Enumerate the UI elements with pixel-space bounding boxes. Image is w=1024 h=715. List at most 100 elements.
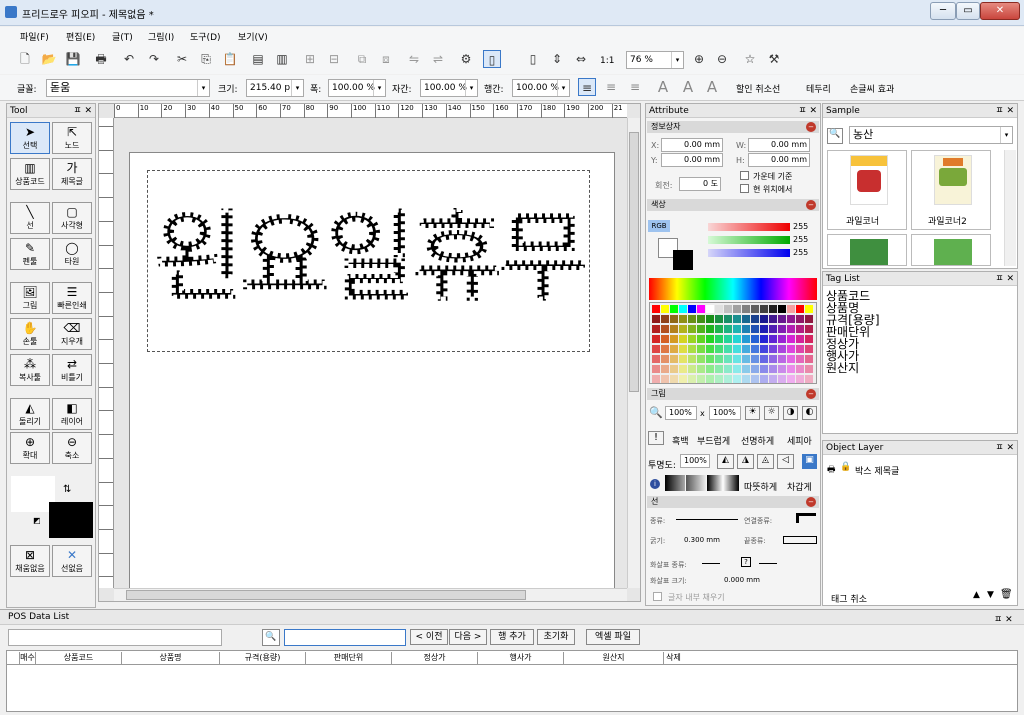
palette-swatch[interactable] bbox=[742, 355, 750, 363]
palette-swatch[interactable] bbox=[778, 375, 786, 383]
w-input[interactable]: 0.00 mm bbox=[748, 138, 810, 152]
palette-swatch[interactable] bbox=[670, 365, 678, 373]
size-combo[interactable]: 215.40 p ▾ bbox=[246, 79, 304, 97]
palette-swatch[interactable] bbox=[778, 305, 786, 313]
handwriting-button[interactable]: 손글씨 효과 bbox=[850, 82, 894, 95]
tool-eraser[interactable]: ⌫ 지우개 bbox=[52, 318, 92, 350]
palette-swatch[interactable] bbox=[688, 305, 696, 313]
swap-colors-icon[interactable]: ⇅ bbox=[63, 484, 71, 495]
opacity-input[interactable]: 100% bbox=[680, 454, 710, 468]
palette-swatch[interactable] bbox=[769, 325, 777, 333]
align-icon[interactable]: ⧉ bbox=[353, 50, 371, 68]
tool-layer[interactable]: ◧ 레이어 bbox=[52, 398, 92, 430]
pin-close-icon[interactable]: ㅍ ✕ bbox=[798, 104, 817, 118]
palette-swatch[interactable] bbox=[733, 345, 741, 353]
tool-text[interactable]: 가 제목글 bbox=[52, 158, 92, 190]
zoom-out-icon[interactable]: ⊖ bbox=[713, 50, 731, 68]
palette-swatch[interactable] bbox=[661, 375, 669, 383]
palette-swatch[interactable] bbox=[697, 345, 705, 353]
image-height-input[interactable]: 100% bbox=[709, 406, 741, 420]
palette-swatch[interactable] bbox=[706, 365, 714, 373]
color-palette[interactable] bbox=[649, 302, 817, 384]
palette-swatch[interactable] bbox=[769, 355, 777, 363]
palette-swatch[interactable] bbox=[697, 365, 705, 373]
green-slider[interactable] bbox=[708, 236, 790, 244]
move-up-icon[interactable]: ▲ bbox=[973, 590, 980, 600]
info-section-header[interactable]: 정보상자 − bbox=[647, 121, 819, 133]
palette-swatch[interactable] bbox=[688, 365, 696, 373]
palette-swatch[interactable] bbox=[652, 355, 660, 363]
palette-swatch[interactable] bbox=[715, 355, 723, 363]
palette-swatch[interactable] bbox=[661, 315, 669, 323]
palette-swatch[interactable] bbox=[688, 355, 696, 363]
tool-rotate[interactable]: ◭ 돌리기 bbox=[10, 398, 50, 430]
palette-swatch[interactable] bbox=[715, 325, 723, 333]
palette-swatch[interactable] bbox=[805, 315, 813, 323]
zoom-combo[interactable]: 76 % ▾ bbox=[626, 51, 684, 69]
pin-close-icon[interactable]: ㅍ ✕ bbox=[995, 104, 1014, 118]
tool-copy[interactable]: ⁂ 복사툴 bbox=[10, 354, 50, 386]
palette-swatch[interactable] bbox=[688, 315, 696, 323]
palette-swatch[interactable] bbox=[796, 315, 804, 323]
effect-soft[interactable]: 부드럽게 bbox=[697, 434, 730, 447]
palette-swatch[interactable] bbox=[760, 345, 768, 353]
group-icon[interactable]: ⊞ bbox=[301, 50, 319, 68]
rgb-tab[interactable]: RGB bbox=[648, 220, 670, 232]
image-width-input[interactable]: 100% bbox=[665, 406, 697, 420]
maximize-button[interactable]: ▭ bbox=[956, 2, 980, 20]
palette-swatch[interactable] bbox=[751, 365, 759, 373]
palette-swatch[interactable] bbox=[715, 335, 723, 343]
h-input[interactable]: 0.00 mm bbox=[748, 153, 810, 167]
palette-swatch[interactable] bbox=[706, 305, 714, 313]
image-section-header[interactable]: 그림 − bbox=[647, 388, 819, 400]
line-spacing-combo[interactable]: 100.00 % ▾ bbox=[512, 79, 570, 97]
palette-swatch[interactable] bbox=[733, 315, 741, 323]
keep-checkbox[interactable] bbox=[740, 184, 749, 193]
selection-icon[interactable]: ▣ bbox=[802, 454, 817, 469]
palette-swatch[interactable] bbox=[751, 305, 759, 313]
palette-swatch[interactable] bbox=[661, 305, 669, 313]
palette-swatch[interactable] bbox=[724, 335, 732, 343]
palette-swatch[interactable] bbox=[679, 315, 687, 323]
palette-swatch[interactable] bbox=[760, 365, 768, 373]
border-button[interactable]: 테두리 bbox=[806, 82, 831, 95]
palette-swatch[interactable] bbox=[751, 345, 759, 353]
palette-swatch[interactable] bbox=[697, 355, 705, 363]
pos-column-header[interactable]: 규격(용량) bbox=[219, 652, 305, 665]
palette-swatch[interactable] bbox=[661, 325, 669, 333]
gradient-cool[interactable] bbox=[707, 475, 739, 491]
palette-swatch[interactable] bbox=[724, 355, 732, 363]
tool-node[interactable]: ⇱ 노드 bbox=[52, 122, 92, 154]
palette-swatch[interactable] bbox=[733, 355, 741, 363]
pos-column-header[interactable]: 원산지 bbox=[563, 652, 663, 665]
pos-column-header[interactable]: 상품코드 bbox=[35, 652, 121, 665]
pos-filter-input[interactable] bbox=[8, 629, 222, 646]
text-a-outline-icon[interactable]: A bbox=[679, 78, 697, 96]
palette-swatch[interactable] bbox=[805, 355, 813, 363]
flip-h-icon[interactable]: ◭ bbox=[717, 454, 734, 469]
print-icon[interactable]: 🖶 bbox=[92, 50, 110, 68]
palette-swatch[interactable] bbox=[679, 355, 687, 363]
palette-swatch[interactable] bbox=[769, 345, 777, 353]
palette-swatch[interactable] bbox=[652, 315, 660, 323]
menu-edit[interactable]: 편집(E) bbox=[66, 30, 95, 43]
palette-swatch[interactable] bbox=[706, 335, 714, 343]
tool-pen[interactable]: ✎ 펜툴 bbox=[10, 238, 50, 270]
tag-cancel-button[interactable]: 태그 취소 bbox=[831, 592, 867, 605]
palette-swatch[interactable] bbox=[787, 315, 795, 323]
palette-swatch[interactable] bbox=[733, 335, 741, 343]
palette-swatch[interactable] bbox=[760, 335, 768, 343]
palette-swatch[interactable] bbox=[679, 375, 687, 383]
line-color-swatch[interactable] bbox=[49, 502, 93, 538]
fill-none-button[interactable]: ⊠ 채움없음 bbox=[10, 545, 50, 577]
palette-swatch[interactable] bbox=[733, 365, 741, 373]
palette-swatch[interactable] bbox=[670, 335, 678, 343]
horizontal-scrollbar[interactable] bbox=[114, 588, 627, 601]
blue-value[interactable]: 255 bbox=[793, 248, 808, 257]
vertical-scrollbar[interactable] bbox=[627, 118, 640, 588]
layer-item-label[interactable]: 박스 제목글 bbox=[855, 464, 899, 477]
effect-sepia[interactable]: 세피아 bbox=[787, 434, 812, 447]
text-object-box[interactable]: 왼요일휴무 bbox=[147, 170, 590, 352]
actual-size-label[interactable]: 1:1 bbox=[600, 56, 614, 66]
paste-icon[interactable]: 📋 bbox=[221, 50, 239, 68]
